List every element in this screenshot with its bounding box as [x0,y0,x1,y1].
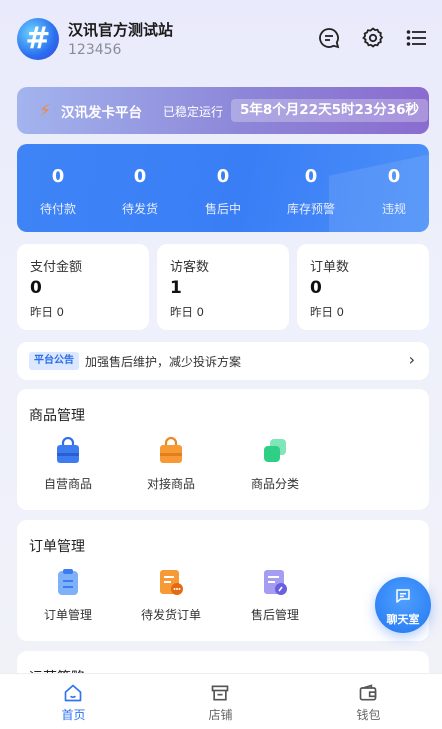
stat-label: 待发货 [121,202,158,216]
shop-name: 汉讯官方测试站 [68,21,174,39]
chat-icon [396,589,410,603]
platform-status: 已稳定运行 [163,105,224,119]
platform-name: 汉讯发卡平台 [61,105,142,121]
stat-label: 售后中 [204,202,241,216]
stat-value: 0 [304,166,318,187]
shopping-bag-icon [57,437,79,463]
tab-home[interactable]: 首页 [0,674,147,729]
metric-value: 0 [30,278,42,298]
pending-document-icon [160,570,183,595]
tab-label: 店铺 [208,708,233,722]
stat-value: 0 [216,166,230,187]
chevron-right-icon: › [408,350,415,369]
shop-id: 123456 [68,42,122,58]
category-squares-icon [264,439,286,462]
clipboard-icon [58,569,78,595]
bottom-tab-bar: 首页 店铺 钱包 [0,673,442,729]
menu-item-label: 自营商品 [43,477,92,491]
chat-bubble-icon[interactable] [317,26,341,50]
order-stats-panel: 0 待付款 0 待发货 0 售后中 0 库存预警 0 违规 [17,144,429,232]
section-title: 商品管理 [29,408,85,424]
metric-card-payment[interactable]: 支付金额 0 昨日 0 [17,244,149,330]
metric-yesterday: 昨日 0 [310,305,344,319]
section-title: 订单管理 [29,539,85,555]
aftersale-document-icon [264,570,287,595]
metric-value: 1 [170,278,182,298]
chatroom-button[interactable]: 聊天室 [375,577,431,633]
menu-item-label: 对接商品 [146,477,195,491]
stat-value: 0 [133,166,147,187]
tab-label: 首页 [61,708,86,722]
shop-avatar[interactable]: # [17,18,59,60]
wallet-icon [359,684,377,701]
tab-label: 钱包 [356,708,381,722]
chatroom-label: 聊天室 [386,613,420,626]
uptime-counter: 5年8个月22天5时23分36秒 [231,99,429,122]
bolt-icon: ⚡ [39,101,51,121]
stat-after-sale[interactable]: 0 售后中 [182,144,264,232]
hash-logo-icon: # [25,21,51,56]
stat-pending-payment[interactable]: 0 待付款 [17,144,99,232]
stat-value: 0 [51,166,65,187]
metric-title: 访客数 [170,260,210,275]
uptime-banner: ⚡ 汉讯发卡平台 已稳定运行 5年8个月22天5时23分36秒 [17,87,429,134]
tab-store[interactable]: 店铺 [147,674,294,729]
menu-item-label: 售后管理 [250,608,299,622]
metric-card-orders[interactable]: 订单数 0 昨日 0 [297,244,429,330]
metric-yesterday: 昨日 0 [30,305,64,319]
shopping-bag-orange-icon [160,437,182,463]
notice-text: 加强售后维护，减少投诉方案 [85,355,242,369]
stat-label: 待付款 [39,202,76,216]
menu-icon[interactable] [405,26,429,50]
header: # 汉讯官方测试站 123456 [0,0,442,80]
metric-title: 订单数 [310,260,350,275]
stat-violation[interactable]: 0 违规 [353,144,429,232]
order-management-section: 订单管理 订单管理 待发货订单 售后管理 [17,520,429,641]
notice-tag: 平台公告 [29,352,79,370]
menu-item-label: 待发货订单 [140,608,201,622]
home-icon [64,684,82,702]
stat-label: 库存预警 [286,202,335,216]
metric-card-visitors[interactable]: 访客数 1 昨日 0 [157,244,289,330]
metric-yesterday: 昨日 0 [170,305,204,319]
tab-wallet[interactable]: 钱包 [295,674,442,729]
stat-pending-shipment[interactable]: 0 待发货 [99,144,181,232]
metric-title: 支付金额 [30,260,83,275]
gear-icon[interactable] [361,26,385,50]
menu-item-label: 订单管理 [43,608,92,622]
stat-label: 违规 [381,202,406,216]
metric-value: 0 [310,278,322,298]
goods-management-section: 商品管理 自营商品 对接商品 商品分类 [17,389,429,510]
stat-stock-warning[interactable]: 0 库存预警 [270,144,352,232]
store-icon [211,685,229,701]
stat-value: 0 [387,166,401,187]
menu-item-label: 商品分类 [250,477,299,491]
platform-notice[interactable]: 平台公告 加强售后维护，减少投诉方案 › [17,342,429,380]
